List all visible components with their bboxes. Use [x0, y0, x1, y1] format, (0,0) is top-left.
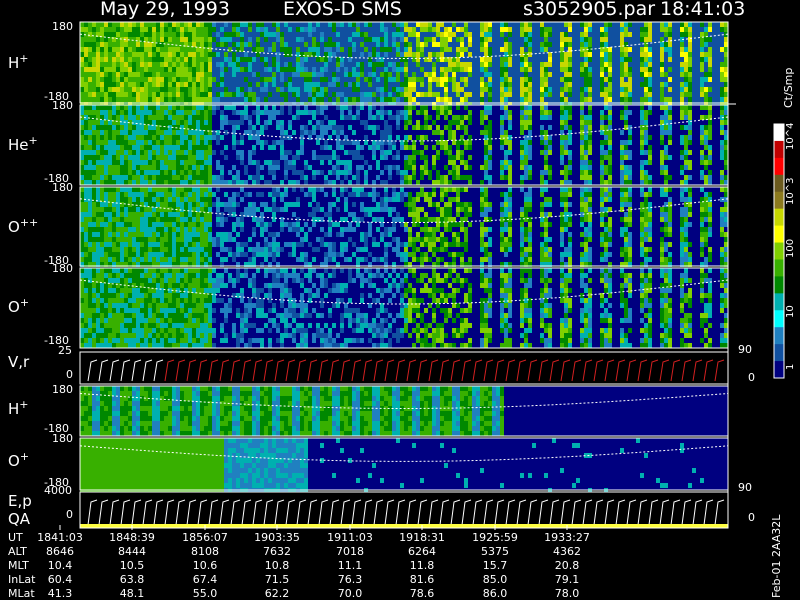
- table-cell: 20.8: [554, 559, 580, 572]
- table-cell: 78.6: [409, 587, 435, 600]
- tick-ep-right-bot: 0: [748, 511, 755, 524]
- table-cell: 76.3: [337, 573, 363, 586]
- table-cell: 62.2: [264, 587, 290, 600]
- panel-label-qa: QA: [8, 510, 31, 528]
- tick-h2-top: 180: [52, 383, 73, 396]
- table-cell: 67.4: [192, 573, 218, 586]
- colorbar-swatch: [774, 327, 784, 345]
- tick-op1-top: 180: [52, 262, 73, 275]
- colorbar-swatch: [774, 174, 784, 193]
- table-cell: 4362: [553, 545, 581, 558]
- panel-label-o-plus-1: O+: [8, 296, 30, 316]
- panel-o-plus-1: [79, 268, 729, 348]
- table-cell: 6264: [408, 545, 436, 558]
- colorbar-swatch: [774, 293, 784, 311]
- panel-label-o-plus-plus: O++: [8, 216, 39, 236]
- table-cell: 11.8: [409, 559, 435, 572]
- panel-o-plus-plus: [79, 187, 729, 267]
- table-cell: 81.6: [409, 573, 435, 586]
- panel-ep-qa: [80, 492, 728, 528]
- panel-label-o-plus-2: O+: [8, 450, 30, 470]
- colorbar-label-10: 10: [785, 305, 796, 318]
- table-cell: 1911:03: [327, 531, 373, 544]
- tick-ep-right-top: 90: [738, 481, 752, 494]
- table-cell: 41.3: [47, 587, 73, 600]
- tick-he-top: 180: [52, 99, 73, 112]
- table-cell: 11.1: [337, 559, 363, 572]
- colorbar-swatch: [774, 242, 784, 260]
- colorbar-label-1e3: 10^3: [785, 177, 796, 205]
- panel-h-plus-1: [79, 22, 729, 107]
- panel-h-plus-2: [79, 386, 729, 436]
- table-cell: 85.0: [482, 573, 508, 586]
- table-cell: 55.0: [192, 587, 218, 600]
- table-cell: 8646: [46, 545, 74, 558]
- colorbar-swatch: [774, 225, 784, 244]
- colorbar-label-100: 100: [785, 238, 796, 258]
- colorbar-swatch: [774, 157, 784, 176]
- panel-he-plus: [79, 105, 729, 185]
- tick-vr-right-bot: 0: [748, 371, 755, 384]
- table-cell: 71.5: [264, 573, 290, 586]
- table-cell: 63.8: [119, 573, 145, 586]
- table-cell: 48.1: [119, 587, 145, 600]
- panel-label-he-plus: He+: [8, 134, 38, 154]
- panel-label-h-plus-1: H+: [8, 52, 29, 72]
- table-cell: 10.4: [47, 559, 73, 572]
- panel-label-ep: E,p: [8, 492, 32, 510]
- table-cell: 10.5: [119, 559, 145, 572]
- table-cell: 7018: [336, 545, 364, 558]
- colorbar-swatch: [774, 361, 784, 379]
- colorbar-swatch: [774, 124, 784, 142]
- colorbar-swatch: [774, 276, 784, 294]
- table-cell: 79.1: [554, 573, 580, 586]
- table-cell: 1925:59: [472, 531, 518, 544]
- panel-label-vr: V,r: [8, 353, 30, 371]
- table-cell: 1918:31: [399, 531, 445, 544]
- table-cell: 1903:35: [254, 531, 300, 544]
- tick-o2-top: 180: [52, 432, 73, 445]
- panel-vr: [80, 352, 728, 384]
- table-cell: 7632: [263, 545, 291, 558]
- colorbar-swatch: [774, 310, 784, 328]
- tick-vr-top: 25: [58, 344, 72, 357]
- table-cell: 1841:03: [37, 531, 83, 544]
- table-cell: 86.0: [482, 587, 508, 600]
- tick-vr-right-top: 90: [738, 343, 752, 356]
- tick-h1-top: 180: [52, 20, 73, 33]
- table-cell: 15.7: [482, 559, 508, 572]
- panel-o-plus-2: [79, 438, 729, 493]
- colorbar-label-1e4: 10^4: [785, 122, 796, 150]
- table-cell: 1933:27: [544, 531, 590, 544]
- spectrogram-chart: [59, 21, 785, 530]
- colorbar-swatch: [774, 208, 784, 227]
- table-cell: 1848:39: [109, 531, 155, 544]
- tick-ep-bot: 0: [66, 508, 73, 521]
- colorbar-swatch: [774, 344, 784, 362]
- table-cell: 10.8: [264, 559, 290, 572]
- colorbar-swatch: [774, 259, 784, 277]
- table-cell: 70.0: [337, 587, 363, 600]
- table-cell: 5375: [481, 545, 509, 558]
- tick-opp-top: 180: [52, 181, 73, 194]
- colorbar-unit: Ct/Smp: [782, 67, 795, 108]
- table-cell: 78.0: [554, 587, 580, 600]
- table-cell: 8444: [118, 545, 146, 558]
- table-cell: 8108: [191, 545, 219, 558]
- footer-label: Feb-01 2AA32L: [770, 514, 783, 598]
- table-cell: 60.4: [47, 573, 73, 586]
- tick-vr-bot: 0: [66, 368, 73, 381]
- colorbar-label-1: 1: [785, 363, 796, 370]
- row-label-ut: UT: [8, 531, 23, 544]
- table-cell: 10.6: [192, 559, 218, 572]
- table-cell: 1856:07: [182, 531, 228, 544]
- colorbar-swatch: [774, 140, 784, 159]
- tick-ep-top: 4000: [44, 484, 72, 497]
- colorbar-swatch: [774, 191, 784, 210]
- panel-label-h-plus-2: H+: [8, 398, 29, 418]
